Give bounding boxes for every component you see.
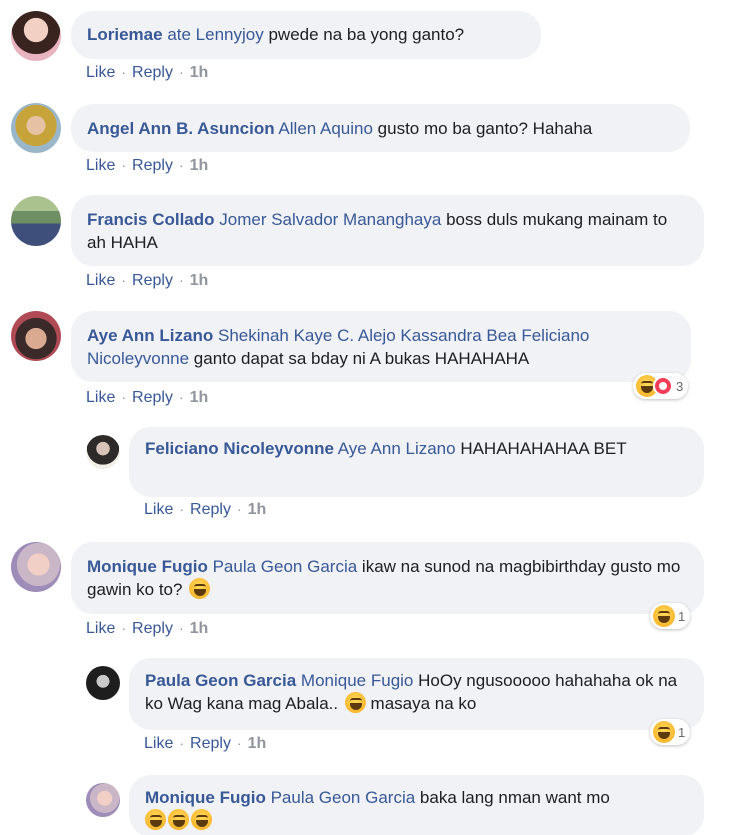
separator: · [178,64,184,80]
comment-author[interactable]: Monique Fugio [87,557,208,576]
comment-text: pwede na ba yong ganto? [263,25,465,44]
reply-button[interactable]: Reply [132,389,173,406]
comment-time[interactable]: 1h [248,501,267,518]
comment-author[interactable]: Monique Fugio [145,788,266,807]
comment-time[interactable]: 1h [190,157,209,174]
comment-mention[interactable]: Jomer Salvador Mananghaya [219,210,441,229]
comment-author[interactable]: Francis Collado [87,210,215,229]
reaction-count: 1 [678,724,686,740]
comment-text: baka lang nman want mo [415,788,610,807]
separator: · [121,64,127,80]
separator: · [121,272,127,288]
tears-of-joy-emoji-icon [189,578,211,599]
like-button[interactable]: Like [86,272,115,289]
comment-bubble: Aye Ann Lizano Shekinah Kaye C. Alejo Ka… [71,311,691,382]
comment-author[interactable]: Aye Ann Lizano [87,326,213,345]
avatar[interactable] [86,783,120,817]
avatar[interactable] [11,103,61,153]
like-button[interactable]: Like [86,157,115,174]
rofl-emoji-icon [344,692,366,713]
comment-actions: Like · Reply · 1h [144,735,266,753]
comment-actions: Like · Reply · 1h [144,501,266,519]
comment-author[interactable]: Angel Ann B. Asuncion [87,119,275,138]
comment-text: ganto dapat sa bday ni A bukas HAHAHAHA [189,349,530,368]
reaction-summary[interactable]: 1 [650,719,691,745]
comment-time[interactable]: 1h [190,64,209,81]
comment-text: HAHAHAHAHAA BET [455,439,627,458]
comment-time[interactable]: 1h [248,735,267,752]
like-button[interactable]: Like [86,389,115,406]
haha-reaction-icon [653,721,675,743]
reaction-summary[interactable]: 3 [633,373,689,399]
comment-bubble: Francis Collado Jomer Salvador Mananghay… [71,195,704,266]
comment-author[interactable]: Paula Geon Garcia [145,671,296,690]
separator: · [236,501,242,517]
separator: · [121,157,127,173]
separator: · [178,620,184,636]
separator: · [178,272,184,288]
comment-bubble: Monique Fugio Paula Geon Garcia baka lan… [129,775,704,835]
avatar[interactable] [11,542,61,592]
reply-button[interactable]: Reply [132,157,173,174]
separator: · [236,735,242,751]
tears-of-joy-emoji-icon [191,809,212,830]
comment-bubble: Angel Ann B. Asuncion Allen Aquino gusto… [71,104,690,152]
comment-mention[interactable]: Aye Ann Lizano [338,439,456,458]
comment-bubble: Monique Fugio Paula Geon Garcia ikaw na … [71,542,704,614]
like-button[interactable]: Like [86,64,115,81]
avatar[interactable] [86,666,120,700]
comment-text: gusto mo ba ganto? Hahaha [372,119,593,138]
avatar[interactable] [86,435,120,469]
avatar[interactable] [11,196,61,246]
tears-of-joy-emoji-icon [168,809,189,830]
like-button[interactable]: Like [144,501,173,518]
reply-button[interactable]: Reply [190,501,231,518]
love-reaction-icon [653,376,673,396]
comment-time[interactable]: 1h [190,389,209,406]
reply-button[interactable]: Reply [132,272,173,289]
comment-time[interactable]: 1h [190,620,209,637]
separator: · [178,389,184,405]
separator: · [179,735,185,751]
separator: · [179,501,185,517]
reaction-summary[interactable]: 1 [650,603,691,629]
comment-bubble: Feliciano Nicoleyvonne Aye Ann Lizano HA… [129,427,704,497]
separator: · [121,389,127,405]
comment-mention[interactable]: Monique Fugio [301,671,413,690]
comment-actions: Like · Reply · 1h [86,272,208,290]
like-button[interactable]: Like [86,620,115,637]
avatar[interactable] [11,311,61,361]
separator: · [178,157,184,173]
comment-text: masaya na ko [365,694,477,713]
like-button[interactable]: Like [144,735,173,752]
separator: · [121,620,127,636]
haha-reaction-icon [653,605,675,627]
comment-bubble: Paula Geon Garcia Monique Fugio HoOy ngu… [129,658,704,730]
comment-mention[interactable]: Allen Aquino [278,119,373,138]
reply-button[interactable]: Reply [132,64,173,81]
comment-actions: Like · Reply · 1h [86,157,208,175]
comment-time[interactable]: 1h [190,272,209,289]
comment-actions: Like · Reply · 1h [86,620,208,638]
comment-mention[interactable]: Paula Geon Garcia [213,557,358,576]
tears-of-joy-emoji-icon [145,809,166,830]
comment-bubble: Loriemae ate Lennyjoy pwede na ba yong g… [71,11,541,59]
comment-actions: Like · Reply · 1h [86,64,208,82]
comment-author[interactable]: Loriemae [87,25,163,44]
avatar[interactable] [11,11,61,61]
reply-button[interactable]: Reply [190,735,231,752]
reaction-count: 3 [676,378,684,394]
comment-mention[interactable]: ate Lennyjoy [167,25,263,44]
reaction-count: 1 [678,608,686,624]
comment-actions: Like · Reply · 1h [86,389,208,407]
comment-mention[interactable]: Paula Geon Garcia [271,788,416,807]
comment-author[interactable]: Feliciano Nicoleyvonne [145,439,334,458]
reply-button[interactable]: Reply [132,620,173,637]
